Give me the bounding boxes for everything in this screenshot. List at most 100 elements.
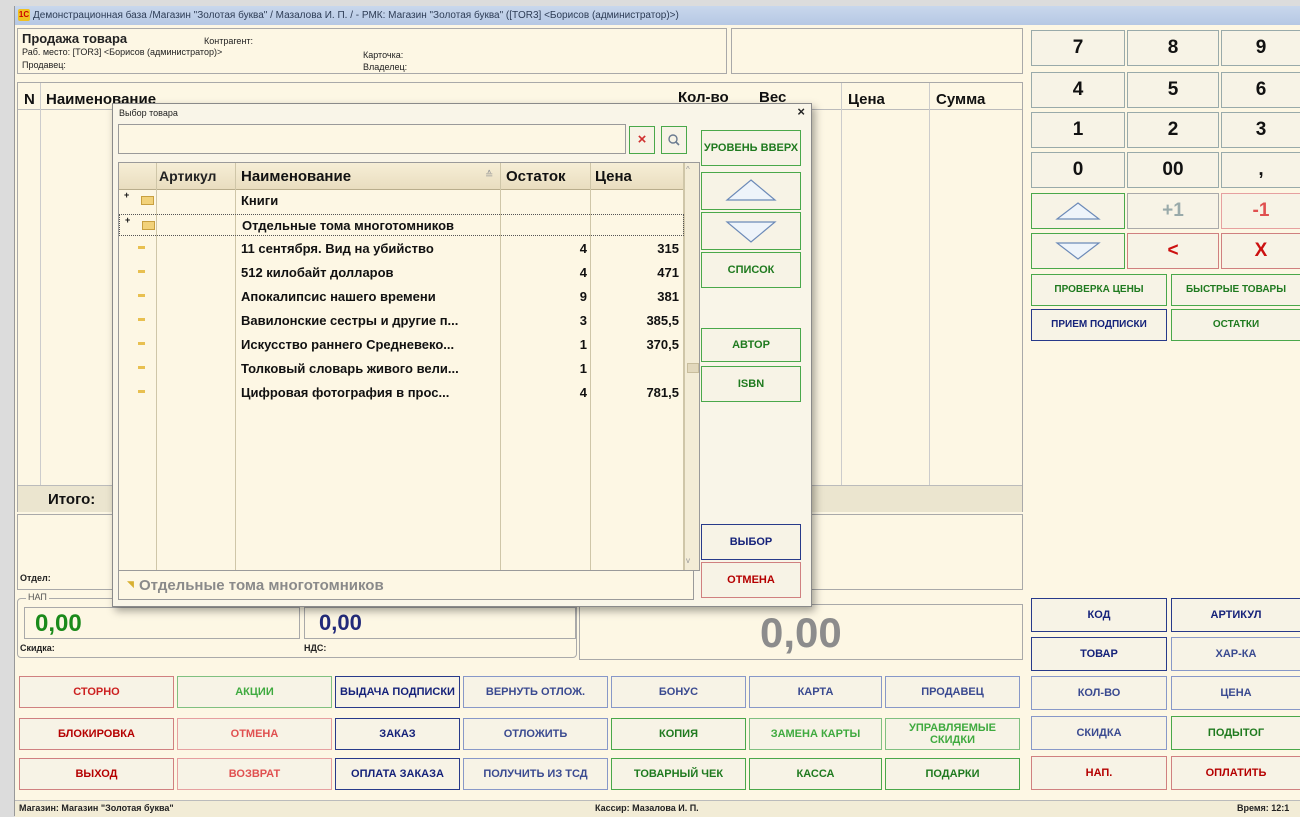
plus-one-button[interactable]: +1: [1127, 193, 1219, 229]
bonus-button[interactable]: БОНУС: [611, 676, 746, 708]
quick-goods-button[interactable]: БЫСТРЫЕ ТОВАРЫ: [1171, 274, 1300, 306]
goods-name: Отдельные тома многотомников: [242, 218, 455, 233]
select-button[interactable]: ВЫБОР: [701, 524, 801, 560]
dialog-close-icon[interactable]: ×: [797, 104, 805, 119]
folder-row[interactable]: + Отдельные тома многотомников: [119, 214, 684, 236]
subscription-receive-button[interactable]: ПРИЕМ ПОДПИСКИ: [1031, 309, 1167, 341]
order-payment-button[interactable]: ОПЛАТА ЗАКАЗА: [335, 758, 460, 790]
return-button[interactable]: ВОЗВРАТ: [177, 758, 332, 790]
page-title: Продажа товара: [22, 31, 128, 46]
key-8[interactable]: 8: [1127, 30, 1219, 66]
goods-price: 315: [657, 241, 679, 256]
return-deferred-button[interactable]: ВЕРНУТЬ ОТЛОЖ.: [463, 676, 608, 708]
minus-one-button[interactable]: -1: [1221, 193, 1300, 229]
scroll-thumb[interactable]: [687, 363, 699, 373]
goods-name: 11 сентября. Вид на убийство: [241, 241, 434, 256]
order-button[interactable]: ЗАКАЗ: [335, 718, 460, 750]
managed-discounts-button[interactable]: УПРАВЛЯЕМЫЕ СКИДКИ: [885, 718, 1020, 750]
goods-row[interactable]: 512 килобайт долларов 4 471: [119, 262, 684, 284]
article-button[interactable]: АРТИКУЛ: [1171, 598, 1300, 632]
cash-button[interactable]: КАССА: [749, 758, 882, 790]
goods-price: 370,5: [646, 337, 679, 352]
dialog-arrow-down-icon: [725, 221, 777, 243]
remains-button[interactable]: ОСТАТКИ: [1171, 309, 1300, 341]
key-3[interactable]: 3: [1221, 112, 1300, 148]
level-up-button[interactable]: УРОВЕНЬ ВВЕРХ: [701, 130, 801, 166]
goods-row[interactable]: Толковый словарь живого вели... 1: [119, 358, 684, 380]
quantity-button[interactable]: КОЛ-ВО: [1031, 676, 1167, 710]
goods-name: Искусство раннего Средневеко...: [241, 337, 455, 352]
goods-stock: 1: [579, 337, 587, 352]
sales-receipt-button[interactable]: ТОВАРНЫЙ ЧЕК: [611, 758, 746, 790]
search-icon[interactable]: [661, 126, 687, 154]
nap-button[interactable]: НАП.: [1031, 756, 1167, 790]
scroll-up-arrow-icon[interactable]: ^: [686, 165, 690, 174]
subscription-issue-button[interactable]: ВЫДАЧА ПОДПИСКИ: [335, 676, 460, 708]
storno-button[interactable]: СТОРНО: [19, 676, 174, 708]
price-button[interactable]: ЦЕНА: [1171, 676, 1300, 710]
expand-icon[interactable]: +: [125, 215, 130, 225]
key-00[interactable]: 00: [1127, 152, 1219, 188]
author-button[interactable]: АВТОР: [701, 328, 801, 362]
get-from-tsd-button[interactable]: ПОЛУЧИТЬ ИЗ ТСД: [463, 758, 608, 790]
dialog-down-button[interactable]: [701, 212, 801, 250]
key-7[interactable]: 7: [1031, 30, 1125, 66]
owner-label: Владелец:: [363, 62, 408, 72]
folder-row[interactable]: + Книги: [119, 190, 684, 212]
card-button[interactable]: КАРТА: [749, 676, 882, 708]
goods-row[interactable]: Искусство раннего Средневеко... 1 370,5: [119, 334, 684, 356]
key-comma[interactable]: ,: [1221, 152, 1300, 188]
exit-button[interactable]: ВЫХОД: [19, 758, 174, 790]
defer-button[interactable]: ОТЛОЖИТЬ: [463, 718, 608, 750]
clear-search-icon[interactable]: ×: [629, 126, 655, 154]
key-2[interactable]: 2: [1127, 112, 1219, 148]
subtotal-button[interactable]: ПОДЫТОГ: [1171, 716, 1300, 750]
characteristic-button[interactable]: ХАР-КА: [1171, 637, 1300, 671]
block-button[interactable]: БЛОКИРОВКА: [19, 718, 174, 750]
list-button[interactable]: СПИСОК: [701, 252, 801, 288]
copy-button[interactable]: КОПИЯ: [611, 718, 746, 750]
goods-row[interactable]: Вавилонские сестры и другие п... 3 385,5: [119, 310, 684, 332]
col-goods-price: Цена: [595, 168, 632, 185]
actions-button[interactable]: АКЦИИ: [177, 676, 332, 708]
key-9[interactable]: 9: [1221, 30, 1300, 66]
key-1[interactable]: 1: [1031, 112, 1125, 148]
item-icon: [138, 342, 145, 345]
arrow-down-icon: [1055, 242, 1101, 260]
goods-name: Вавилонские сестры и другие п...: [241, 313, 459, 328]
scroll-up-button[interactable]: [1031, 193, 1125, 229]
discount-button[interactable]: СКИДКА: [1031, 716, 1167, 750]
isbn-button[interactable]: ISBN: [701, 366, 801, 402]
scroll-down-button[interactable]: [1031, 233, 1125, 269]
goods-button[interactable]: ТОВАР: [1031, 637, 1167, 671]
item-icon: [138, 390, 145, 393]
search-input[interactable]: [118, 124, 626, 154]
gifts-button[interactable]: ПОДАРКИ: [885, 758, 1020, 790]
price-check-button[interactable]: ПРОВЕРКА ЦЕНЫ: [1031, 274, 1167, 306]
arrow-up-icon: [1055, 202, 1101, 220]
key-0[interactable]: 0: [1031, 152, 1125, 188]
code-button[interactable]: КОД: [1031, 598, 1167, 632]
goods-row[interactable]: 11 сентября. Вид на убийство 4 315: [119, 238, 684, 260]
replace-card-button[interactable]: ЗАМЕНА КАРТЫ: [749, 718, 882, 750]
nap-legend: НАП: [26, 592, 49, 602]
goods-row[interactable]: Апокалипсис нашего времени 9 381: [119, 286, 684, 308]
key-4[interactable]: 4: [1031, 72, 1125, 108]
expand-icon[interactable]: +: [124, 190, 129, 200]
key-6[interactable]: 6: [1221, 72, 1300, 108]
dialog-up-button[interactable]: [701, 172, 801, 210]
seller-button[interactable]: ПРОДАВЕЦ: [885, 676, 1020, 708]
col-price: Цена: [848, 91, 885, 108]
total-amount: 0,00: [760, 609, 842, 656]
clear-button[interactable]: X: [1221, 233, 1300, 269]
grid-scrollbar[interactable]: ^ v: [684, 163, 699, 570]
goods-row[interactable]: Цифровая фотография в прос... 4 781,5: [119, 382, 684, 404]
pay-button[interactable]: ОПЛАТИТЬ: [1171, 756, 1300, 790]
dialog-cancel-button[interactable]: ОТМЕНА: [701, 562, 801, 598]
status-cashier: Кассир: Мазалова И. П.: [595, 803, 699, 813]
scroll-down-arrow-icon[interactable]: v: [686, 556, 690, 565]
backspace-button[interactable]: <: [1127, 233, 1219, 269]
goods-grid[interactable]: Артикул Наименование ≙ Остаток Цена + Кни…: [118, 162, 700, 571]
key-5[interactable]: 5: [1127, 72, 1219, 108]
cancel-button[interactable]: ОТМЕНА: [177, 718, 332, 750]
